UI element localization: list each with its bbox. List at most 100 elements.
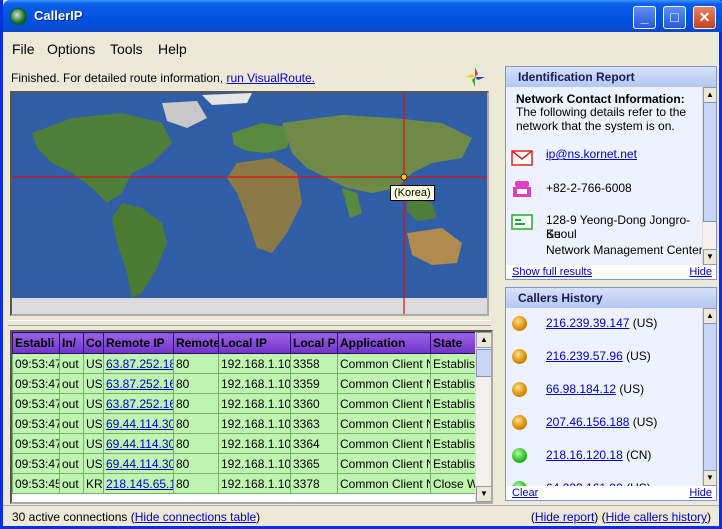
caller-ip-link[interactable]: 66.98.184.12 [546,382,616,396]
cell-remote-ip: 218.145.65.1 [103,473,174,494]
cell-state: Close W [430,473,479,494]
cell-remote-ip: 63.87.252.18 [103,353,174,374]
remote-ip-link[interactable]: 218.145.65.1 [106,477,173,491]
cell-application: Common Client Ne [337,473,431,494]
scroll-thumb[interactable] [476,349,491,377]
menu-file[interactable]: File [12,41,35,57]
menu-bar: File Options Tools Help [3,37,719,62]
menu-help[interactable]: Help [158,41,187,57]
table-row[interactable]: 09:53:45 out KR 218.145.65.1 80 192.168.1.10 3… [12,473,479,494]
caller-status-icon [512,481,527,486]
col-direction[interactable]: In/ [59,332,84,354]
contact-desc-2: network that the system is on. [516,119,675,133]
cell-direction: out [59,393,84,414]
caller-ip-link[interactable]: 216.239.39.147 [546,316,629,330]
contact-heading: Network Contact Information: [516,92,685,106]
identification-report-body: Network Contact Information: The followi… [506,87,704,265]
col-remote-port[interactable]: Remote [173,332,219,354]
cell-direction: out [59,413,84,434]
col-remote-ip[interactable]: Remote IP [103,332,174,354]
cell-country: US [83,453,104,474]
cell-remote-port: 80 [173,353,219,374]
cell-application: Common Client Ne [337,353,431,374]
scroll-up-arrow[interactable]: ▲ [476,332,491,348]
menu-tools[interactable]: Tools [110,41,143,57]
col-local-port[interactable]: Local P [290,332,338,354]
col-state[interactable]: State [430,332,479,354]
hide-connections-table-link[interactable]: Hide connections table [135,510,256,524]
connections-table: Establi In/ Co Remote IP Remote Local IP… [10,330,493,504]
table-row[interactable]: 09:53:47 out US 69.44.114.30 80 192.168.1.10 3… [12,413,479,434]
maximize-button[interactable]: □ [663,6,686,29]
callers-history-box: Callers History 216.239.39.147 (US) 216.2… [505,287,717,501]
report-scroll-up[interactable]: ▲ [703,87,717,103]
cell-established: 09:53:47 [12,453,60,474]
remote-ip-link[interactable]: 69.44.114.30 [106,437,173,451]
caller-country: (US) [626,349,651,363]
cell-state: Establish [430,353,479,374]
caller-country: (US) [632,316,658,330]
table-row[interactable]: 09:53:47 out US 69.44.114.30 80 192.168.1.10 3… [12,453,479,474]
col-country[interactable]: Co [83,332,104,354]
report-scroll-thumb[interactable] [703,102,717,222]
menu-options[interactable]: Options [47,41,95,57]
cell-state: Establish [430,373,479,394]
horizontal-splitter[interactable] [8,320,491,326]
cell-application: Common Client Ne [337,433,431,454]
cell-application: Common Client Ne [337,453,431,474]
cell-local-ip: 192.168.1.10 [218,353,291,374]
hide-report-status-link[interactable]: Hide report [535,510,594,524]
visualroute-icon[interactable] [464,66,486,88]
caller-status-icon [512,448,527,463]
hide-callers-history-link[interactable]: Hide callers history [606,510,707,524]
col-established[interactable]: Establi [12,332,60,354]
caller-entry: 218.16.120.18 (CN) [546,448,651,462]
cell-country: US [83,373,104,394]
remote-ip-link[interactable]: 63.87.252.18 [106,357,173,371]
callers-scroll-up[interactable]: ▲ [703,308,717,324]
hide-callers-link[interactable]: Hide [689,487,712,499]
cell-state: Establish [430,453,479,474]
remote-ip-link[interactable]: 63.87.252.16 [106,377,173,391]
remote-ip-link[interactable]: 63.87.252.16 [106,397,173,411]
callers-scrollbar[interactable]: ▲ ▼ [702,308,717,486]
route-status: Finished. For detailed route information… [11,71,315,85]
show-full-results-link[interactable]: Show full results [512,266,592,278]
caller-ip-link[interactable]: 218.16.120.18 [546,448,623,462]
table-scrollbar[interactable]: ▲ ▼ [475,332,491,502]
scroll-down-arrow[interactable]: ▼ [476,486,491,502]
contact-email-link[interactable]: ip@ns.kornet.net [546,147,637,161]
close-button[interactable]: ✕ [693,6,716,29]
remote-ip-link[interactable]: 69.44.114.30 [106,457,173,471]
col-application[interactable]: Application [337,332,431,354]
callers-scroll-thumb[interactable] [703,323,717,471]
caller-ip-link[interactable]: 207.46.156.188 [546,415,629,429]
remote-ip-link[interactable]: 69.44.114.30 [106,417,173,431]
world-map-graphic [12,93,487,314]
cell-remote-ip: 69.44.114.30 [103,413,174,434]
caller-ip-link[interactable]: 216.239.57.96 [546,349,623,363]
cell-state: Establish [430,413,479,434]
run-visualroute-link[interactable]: run VisualRoute. [226,71,315,85]
cell-established: 09:53:47 [12,433,60,454]
callers-history-list: 216.239.39.147 (US) 216.239.57.96 (US) 66.… [506,308,704,486]
report-scroll-down[interactable]: ▼ [703,249,717,265]
hide-report-link[interactable]: Hide [689,266,712,278]
caller-ip-link[interactable]: 64.233.161.99 [546,481,623,486]
table-row[interactable]: 09:53:47 out US 69.44.114.30 80 192.168.1.10 3… [12,433,479,454]
caller-entry: 216.239.57.96 (US) [546,349,651,363]
cell-local-port: 3363 [290,413,338,434]
cell-direction: out [59,473,84,494]
report-scrollbar[interactable]: ▲ ▼ [702,87,717,265]
cell-application: Common Client Ne [337,393,431,414]
table-row[interactable]: 09:53:47 out US 63.87.252.16 80 192.168.1.10 3… [12,393,479,414]
callers-history-header: Callers History [506,288,716,308]
table-row[interactable]: 09:53:47 out US 63.87.252.16 80 192.168.1.10 3… [12,373,479,394]
table-row[interactable]: 09:53:47 out US 63.87.252.18 80 192.168.1.10 3… [12,353,479,374]
minimize-button[interactable]: _ [633,6,656,29]
clear-callers-link[interactable]: Clear [512,487,538,499]
world-map[interactable]: (Korea) [10,91,489,316]
col-local-ip[interactable]: Local IP [218,332,291,354]
title-bar[interactable]: CallerIP _ □ ✕ [3,0,722,32]
callers-scroll-down[interactable]: ▼ [703,470,717,486]
